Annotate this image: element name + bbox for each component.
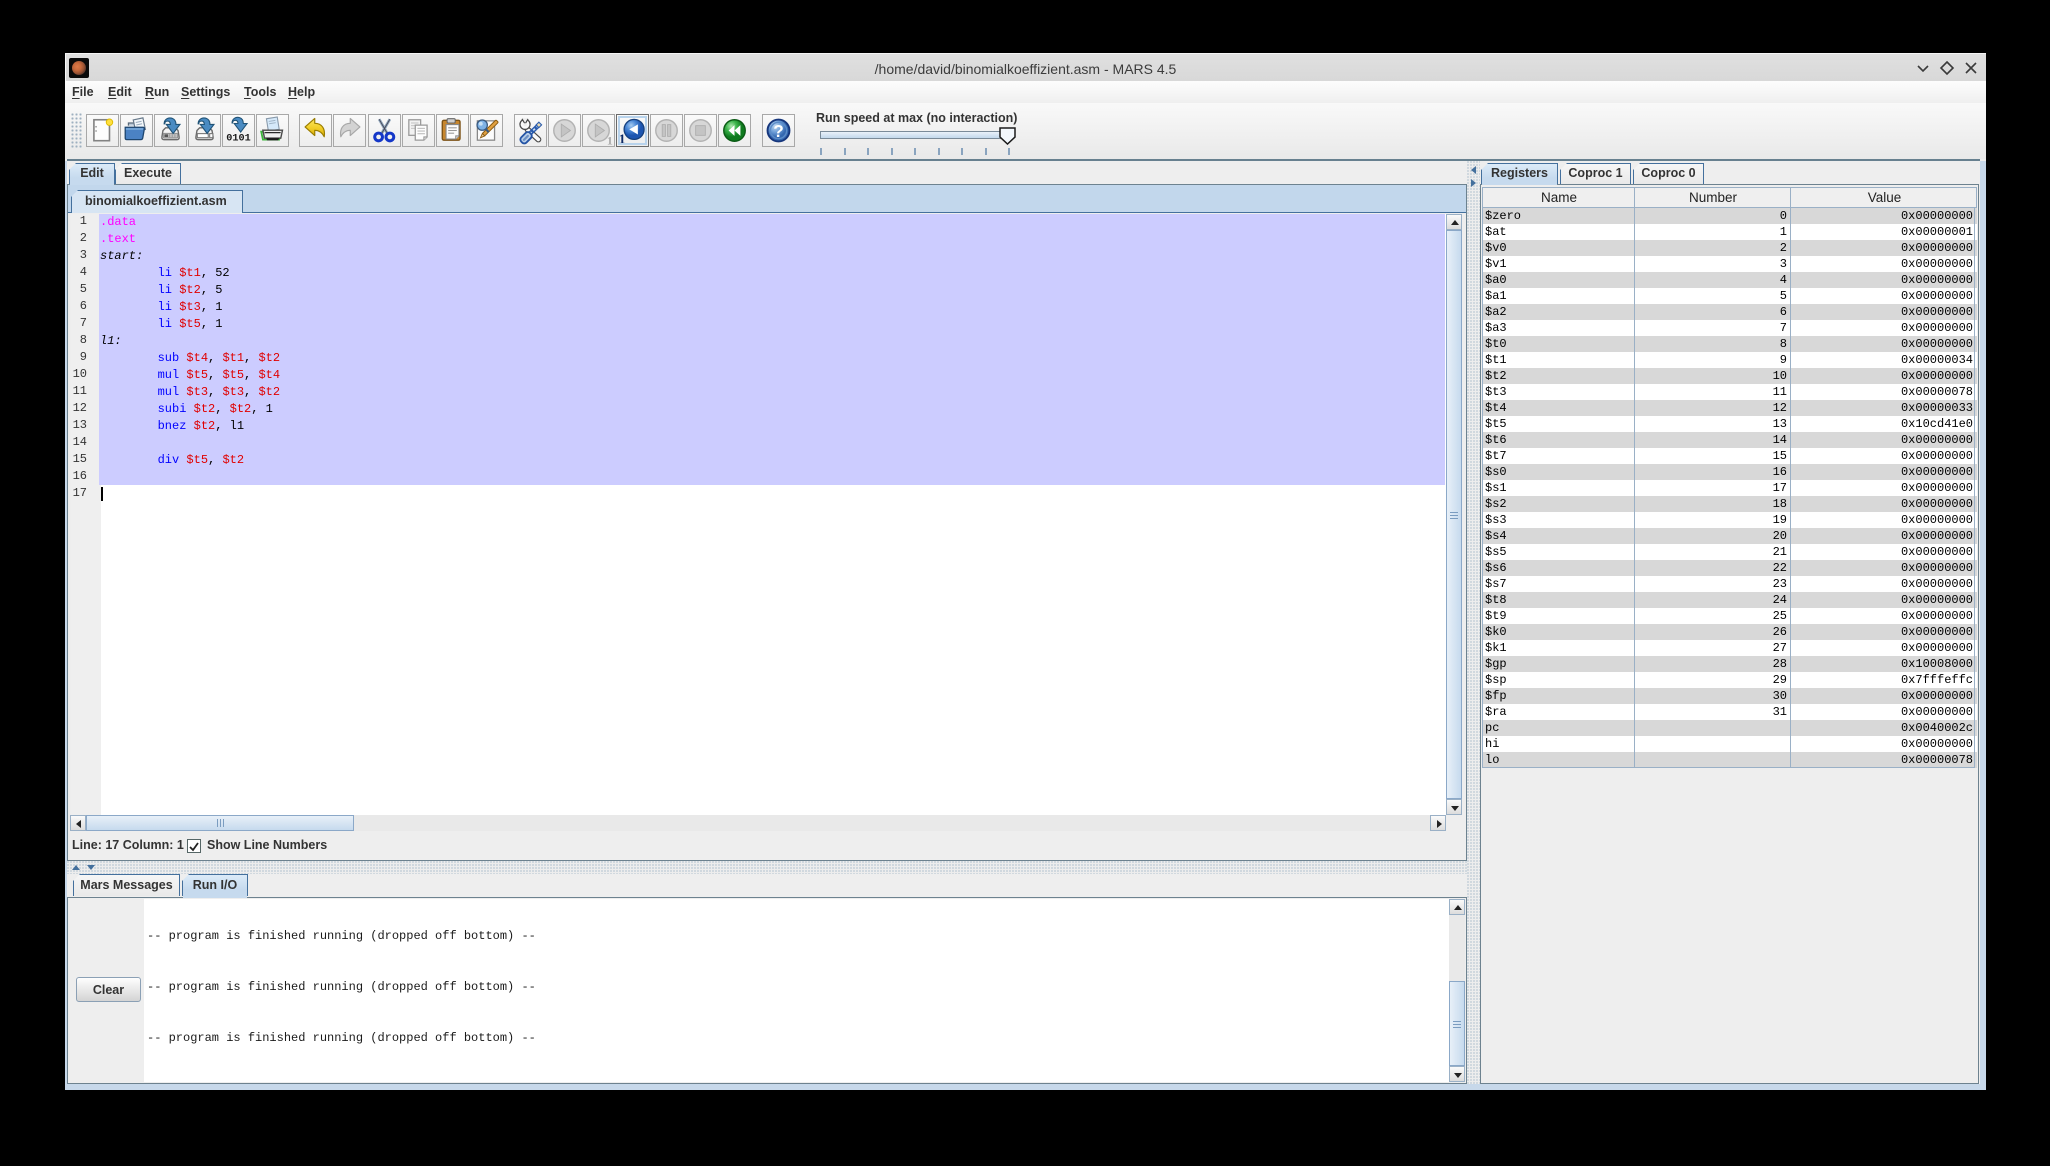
svg-text:0101: 0101 <box>226 133 250 144</box>
svg-text:1: 1 <box>607 133 613 145</box>
svg-text:?: ? <box>773 121 784 141</box>
svg-text:1: 1 <box>619 131 626 145</box>
